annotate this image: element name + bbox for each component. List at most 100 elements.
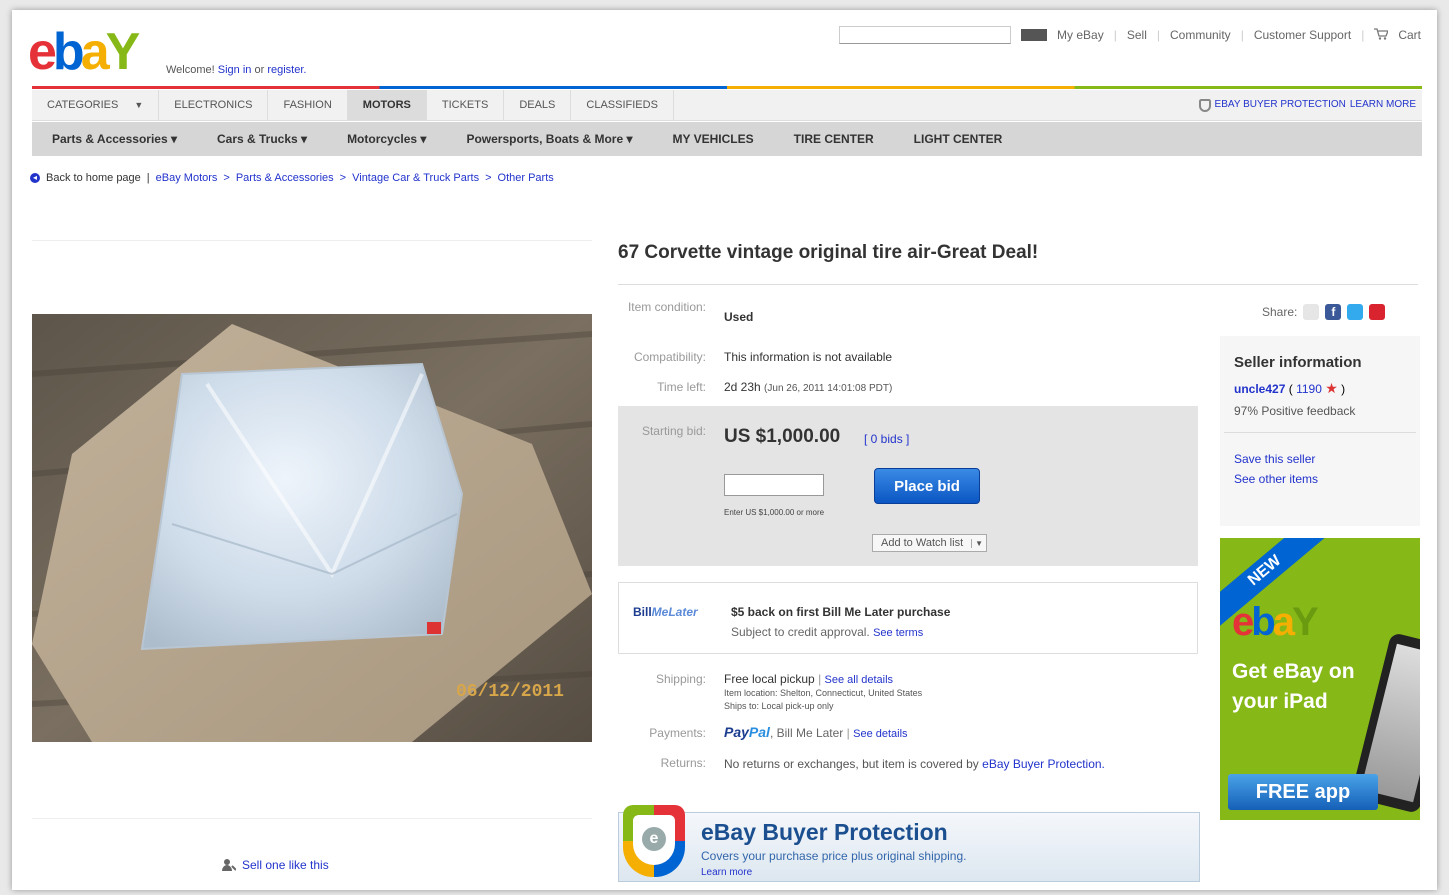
feedback-paren: ( [1288,382,1293,396]
item-photo[interactable]: 06/12/2011 [32,314,592,742]
tab-motors[interactable]: MOTORS [347,90,427,120]
sell-link[interactable]: Sell [1127,28,1147,42]
see-other-items-link[interactable]: See other items [1234,472,1318,486]
tab-deals[interactable]: DEALS [504,90,572,120]
shield-icon [1198,98,1211,112]
starting-bid-price: US $1,000.00 [724,426,841,447]
photo-date-stamp: 06/12/2011 [455,682,564,702]
register-link[interactable]: register. [267,64,306,76]
back-to-home-link[interactable]: Back to home page [46,172,141,184]
shipping-value-line: Free local pickup | See all details [724,672,893,686]
subnav-tire-center[interactable]: TIRE CENTER [774,132,894,146]
see-terms-link[interactable]: See terms [873,627,923,639]
breadcrumb-separator: | [146,172,150,184]
bml-subject: Subject to credit approval. [731,625,870,639]
free-app-button[interactable]: FREE app [1228,774,1378,810]
payment-see-details-link[interactable]: See details [853,728,907,740]
email-share-icon[interactable] [1303,304,1320,320]
customer-support-link[interactable]: Customer Support [1254,28,1351,42]
tab-categories[interactable]: CATEGORIES ▼ [32,90,160,120]
tab-classifieds[interactable]: CLASSIFIEDS [571,90,674,120]
buyer-protection-link[interactable]: eBay Buyer Protection. [982,757,1105,771]
my-ebay-link[interactable]: My eBay [1057,28,1104,42]
category-tabs: CATEGORIES ▼ ELECTRONICS FASHION MOTORS T… [32,90,1422,121]
time-left-detail: (Jun 26, 2011 14:01:08 PDT) [764,383,893,394]
paypal-logo-part: Pay [724,724,749,740]
learn-more-link[interactable]: Learn more [1350,90,1416,120]
shipping-label: Shipping: [655,672,706,686]
cart-link[interactable]: Cart [1398,28,1421,42]
ebay-logo[interactable]: ebaY [28,23,141,81]
nav-separator: | [1156,28,1160,42]
save-seller-link[interactable]: Save this seller [1234,452,1315,466]
shield-icon: e [623,805,685,877]
nav-separator: | [1113,28,1117,42]
returns-value: No returns or exchanges, but item is cov… [724,756,1134,773]
seller-heading: Seller information [1234,354,1362,371]
divider [1224,432,1416,433]
breadcrumb-ebay-motors[interactable]: eBay Motors [156,172,218,184]
breadcrumb-arrow: > [223,172,230,184]
top-nav: My eBay | Sell | Community | Customer Su… [839,26,1421,44]
item-title: 67 Corvette vintage original tire air-Gr… [618,242,1039,263]
payments-bml: , Bill Me Later [769,726,844,740]
pinterest-icon[interactable] [1369,304,1386,320]
breadcrumb-parts[interactable]: Parts & Accessories [236,172,334,184]
cart-icon[interactable] [1374,27,1390,43]
place-bid-button[interactable]: Place bid [874,468,980,504]
see-all-details-link[interactable]: See all details [825,674,894,686]
bid-count-link[interactable]: [ 0 bids ] [864,432,909,446]
person-icon [222,859,236,871]
sell-one-like-this[interactable]: Sell one like this [222,858,329,872]
chevron-down-icon[interactable]: ▼ [971,538,986,548]
ipad-app-ad[interactable]: NEW ebaY Get eBay on your iPad FREE app [1220,538,1420,820]
breadcrumb-other-parts[interactable]: Other Parts [498,172,554,184]
positive-feedback: 97% Positive feedback [1234,404,1356,418]
subnav-motorcycles[interactable]: Motorcycles ▾ [327,132,446,146]
logo-letter: Y [105,23,141,81]
starting-bid-label: Starting bid: [641,424,706,438]
divider [32,818,592,819]
logo-letter: Y [1291,600,1319,644]
bml-logo-part: Bill [633,605,652,619]
top-search-input[interactable] [839,26,1012,44]
payments-value: PayPal, Bill Me Later | See details [724,724,908,740]
ad-line-1: Get eBay on [1232,660,1355,683]
or-text: or [254,64,265,76]
seller-name-line: uncle427 ( 1190 ★ ) [1234,380,1345,397]
sign-in-link[interactable]: Sign in [218,64,252,76]
tab-tickets[interactable]: TICKETS [427,90,505,120]
feedback-score-link[interactable]: 1190 [1296,382,1322,396]
facebook-icon[interactable]: f [1325,304,1342,320]
breadcrumb-vintage-parts[interactable]: Vintage Car & Truck Parts [352,172,479,184]
twitter-icon[interactable] [1347,304,1364,320]
protection-learn-more[interactable]: Learn more [701,867,752,878]
tab-fashion[interactable]: FASHION [268,90,348,120]
welcome-message: Welcome! Sign in or register. [166,64,306,76]
buyer-protection-top[interactable]: eBay Buyer Protection Learn more [1198,90,1416,120]
top-search-button[interactable] [1021,29,1048,41]
divider [32,240,592,241]
subnav-cars-trucks[interactable]: Cars & Trucks ▾ [197,132,327,146]
subnav-light-center[interactable]: LIGHT CENTER [894,132,1023,146]
subnav-my-vehicles[interactable]: MY VEHICLES [653,132,774,146]
bill-me-later-promo: BillMeLater $5 back on first Bill Me Lat… [618,582,1198,654]
bid-amount-input[interactable] [724,474,824,496]
seller-info-box: Seller information uncle427 ( 1190 ★ ) 9… [1220,336,1420,526]
subnav-parts-accessories[interactable]: Parts & Accessories ▾ [32,132,197,146]
tab-electronics[interactable]: ELECTRONICS [159,90,269,120]
nav-separator: | [1361,28,1365,42]
sell-one-label: Sell one like this [242,858,329,872]
browser-page: ebaY Welcome! Sign in or register. My eB… [12,10,1437,890]
subnav-powersports[interactable]: Powersports, Boats & More ▾ [446,132,652,146]
bml-offer: $5 back on first Bill Me Later purchase [731,605,951,619]
seller-name-link[interactable]: uncle427 [1234,382,1285,396]
logo-letter: b [52,23,85,81]
add-to-watch-list-button[interactable]: Add to Watch list ▼ [872,534,988,552]
back-arrow-icon[interactable]: ◂ [30,173,40,183]
community-link[interactable]: Community [1170,28,1231,42]
ad-line-2: your iPad [1232,690,1328,713]
shipping-value: Free local pickup [724,672,815,686]
buyer-protection-banner[interactable]: e eBay Buyer Protection Covers your purc… [618,805,1200,882]
watch-list-label: Add to Watch list [881,537,964,549]
